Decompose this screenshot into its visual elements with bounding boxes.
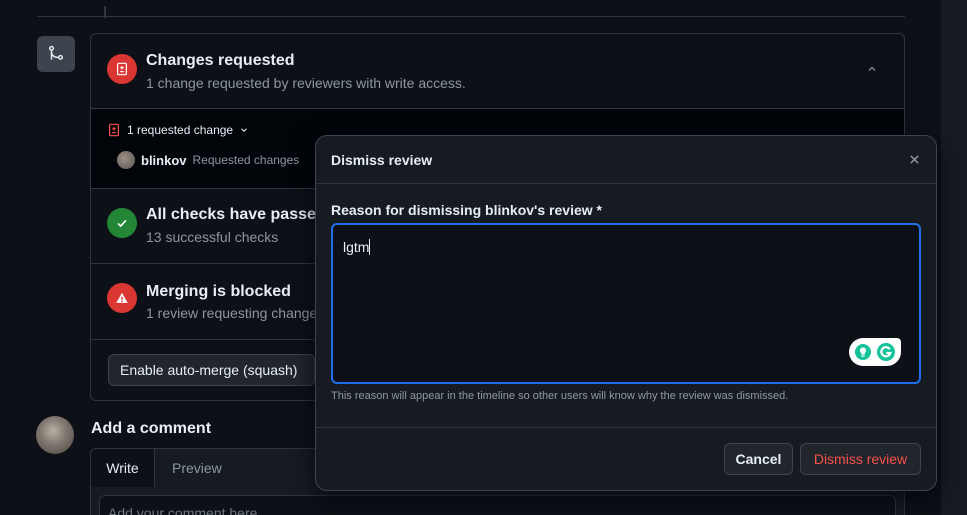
changes-requested-section[interactable]: Changes requested 1 change requested by … <box>91 34 904 109</box>
cancel-button[interactable]: Cancel <box>724 443 793 475</box>
check-icon <box>107 208 137 238</box>
comment-input[interactable]: Add your comment here... <box>99 495 896 515</box>
checks-title: All checks have passed <box>146 206 326 223</box>
tab-write[interactable]: Write <box>91 449 155 487</box>
avatar[interactable] <box>36 416 74 454</box>
grammarly-icon[interactable] <box>849 338 901 366</box>
git-merge-icon <box>37 36 75 72</box>
help-text: This reason will appear in the timeline … <box>331 390 789 402</box>
reason-value: lgtm <box>343 239 370 255</box>
requested-change-count: 1 requested change <box>127 123 234 137</box>
checks-subtitle: 13 successful checks <box>146 229 279 245</box>
close-icon[interactable] <box>906 151 922 167</box>
merging-subtitle: 1 review requesting changes <box>146 305 325 321</box>
reviewer-status: Requested changes <box>192 153 300 167</box>
alert-icon <box>107 283 137 313</box>
timeline-line <box>104 6 106 18</box>
reviewer-name[interactable]: blinkov <box>141 153 187 168</box>
requested-change-toggle[interactable]: 1 requested change <box>107 123 249 137</box>
changes-requested-title: Changes requested <box>146 52 295 69</box>
changes-requested-subtitle: 1 change requested by reviewers with wri… <box>146 75 466 91</box>
file-diff-icon <box>109 123 119 137</box>
avatar[interactable] <box>117 151 135 169</box>
dismiss-review-dialog: Dismiss review Reason for dismissing bli… <box>315 135 937 491</box>
dialog-title: Dismiss review <box>331 152 433 168</box>
tab-preview[interactable]: Preview <box>172 460 222 476</box>
add-comment-title: Add a comment <box>91 420 212 437</box>
chevron-up-icon[interactable] <box>866 62 878 80</box>
merging-title: Merging is blocked <box>146 283 291 300</box>
file-diff-icon <box>107 54 137 84</box>
dialog-header: Dismiss review <box>316 136 936 184</box>
text-caret <box>369 239 371 255</box>
reason-label: Reason for dismissing blinkov's review * <box>331 202 602 218</box>
dismiss-review-button[interactable]: Dismiss review <box>800 443 921 475</box>
divider <box>316 427 936 428</box>
reviewer-row: blinkov Requested changes <box>117 151 299 169</box>
reason-textarea[interactable]: lgtm <box>331 223 921 384</box>
right-gutter <box>941 0 967 515</box>
divider <box>37 16 905 17</box>
chevron-down-icon <box>241 128 247 133</box>
enable-auto-merge-button[interactable]: Enable auto-merge (squash) <box>108 354 315 386</box>
